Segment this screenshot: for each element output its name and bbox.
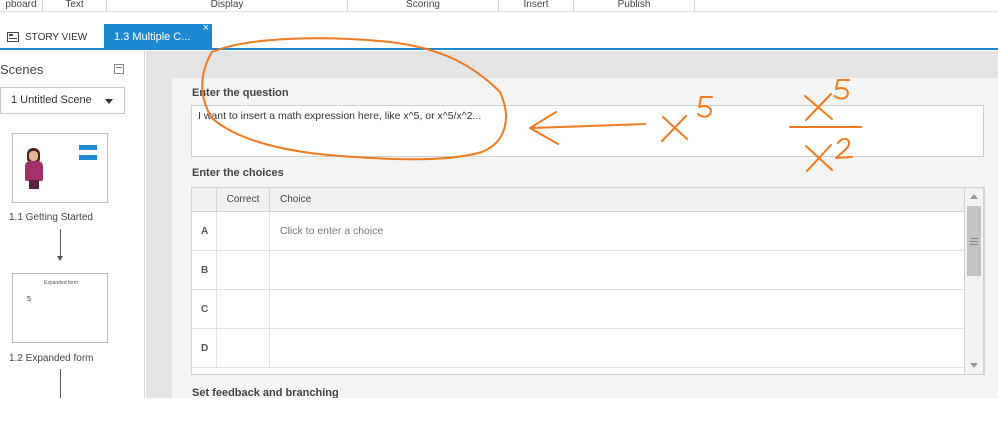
table-row: B	[192, 251, 964, 290]
panel-toggle-icon[interactable]	[114, 64, 124, 74]
choices-table-header: Correct Choice	[192, 188, 964, 212]
arrow-down-icon	[57, 256, 63, 261]
scene-dropdown-value: 1 Untitled Scene	[11, 94, 92, 106]
choices-label: Enter the choices	[192, 167, 284, 179]
scrollbar-thumb[interactable]	[967, 206, 981, 276]
slide-thumb-title: Expanded form	[44, 280, 78, 286]
slide-caption: 1.2 Expanded form	[9, 353, 94, 364]
header-letter-cell	[192, 188, 217, 211]
tab-multiple-choice[interactable]: 1.3 Multiple C... ×	[104, 22, 212, 50]
tab-story-view[interactable]: STORY VIEW	[0, 25, 87, 49]
slide-thumbnail[interactable]: Expanded form 5	[12, 273, 108, 343]
ribbon-group-display[interactable]: Display	[107, 0, 348, 12]
ribbon-group-text[interactable]: Text	[43, 0, 107, 12]
ribbon-group-clipboard[interactable]: pboard	[0, 0, 43, 12]
ribbon-group-scoring[interactable]: Scoring	[348, 0, 499, 12]
choice-input[interactable]: Click to enter a choice	[270, 212, 964, 250]
tab-multiple-choice-label: 1.3 Multiple C...	[114, 31, 191, 43]
header-correct: Correct	[217, 188, 270, 211]
correct-cell[interactable]	[217, 329, 270, 367]
choice-letter: B	[192, 251, 217, 289]
character-image	[23, 148, 45, 190]
feedback-label: Set feedback and branching	[192, 387, 339, 398]
header-choice: Choice	[280, 194, 312, 205]
ribbon: pboard Text Display Scoring Insert Publi…	[0, 0, 998, 12]
tab-story-view-label: STORY VIEW	[25, 31, 88, 43]
chevron-down-icon	[105, 99, 113, 104]
correct-cell[interactable]	[217, 251, 270, 289]
ribbon-group-insert[interactable]: Insert	[499, 0, 574, 12]
choice-input[interactable]	[270, 251, 964, 289]
story-view-icon	[7, 32, 19, 42]
mini-button-shape	[79, 145, 97, 150]
table-row: A Click to enter a choice	[192, 212, 964, 251]
mini-button-shape	[79, 155, 97, 160]
choice-input[interactable]	[270, 290, 964, 328]
choices-scrollbar[interactable]	[964, 187, 984, 375]
choice-input[interactable]	[270, 329, 964, 367]
choices-table: Correct Choice A Click to enter a choice…	[191, 187, 985, 375]
table-row: C	[192, 290, 964, 329]
slide-connector	[60, 369, 61, 398]
scenes-title: Scenes	[0, 62, 44, 77]
close-icon[interactable]: ×	[203, 15, 209, 41]
correct-cell[interactable]	[217, 290, 270, 328]
question-input[interactable]: I want to insert a math expression here,…	[191, 105, 984, 157]
slide-thumbnail[interactable]	[12, 133, 108, 203]
choice-letter: C	[192, 290, 217, 328]
scroll-up-icon[interactable]	[970, 194, 978, 199]
scenes-panel: Scenes 1 Untitled Scene 1.1 Getting Star…	[0, 51, 145, 398]
choice-letter: A	[192, 212, 217, 250]
question-label: Enter the question	[192, 87, 289, 99]
correct-cell[interactable]	[217, 212, 270, 250]
app-window: pboard Text Display Scoring Insert Publi…	[0, 0, 998, 398]
slide-connector	[60, 229, 61, 257]
choice-letter: D	[192, 329, 217, 367]
slide-caption: 1.1 Getting Started	[9, 212, 93, 223]
table-row: D	[192, 329, 964, 368]
tab-bar: STORY VIEW 1.3 Multiple C... ×	[0, 12, 998, 50]
ribbon-group-publish[interactable]: Publish	[574, 0, 695, 12]
slide-thumb-value: 5	[27, 296, 31, 303]
scene-dropdown[interactable]: 1 Untitled Scene	[0, 87, 125, 114]
scroll-down-icon[interactable]	[970, 363, 978, 368]
